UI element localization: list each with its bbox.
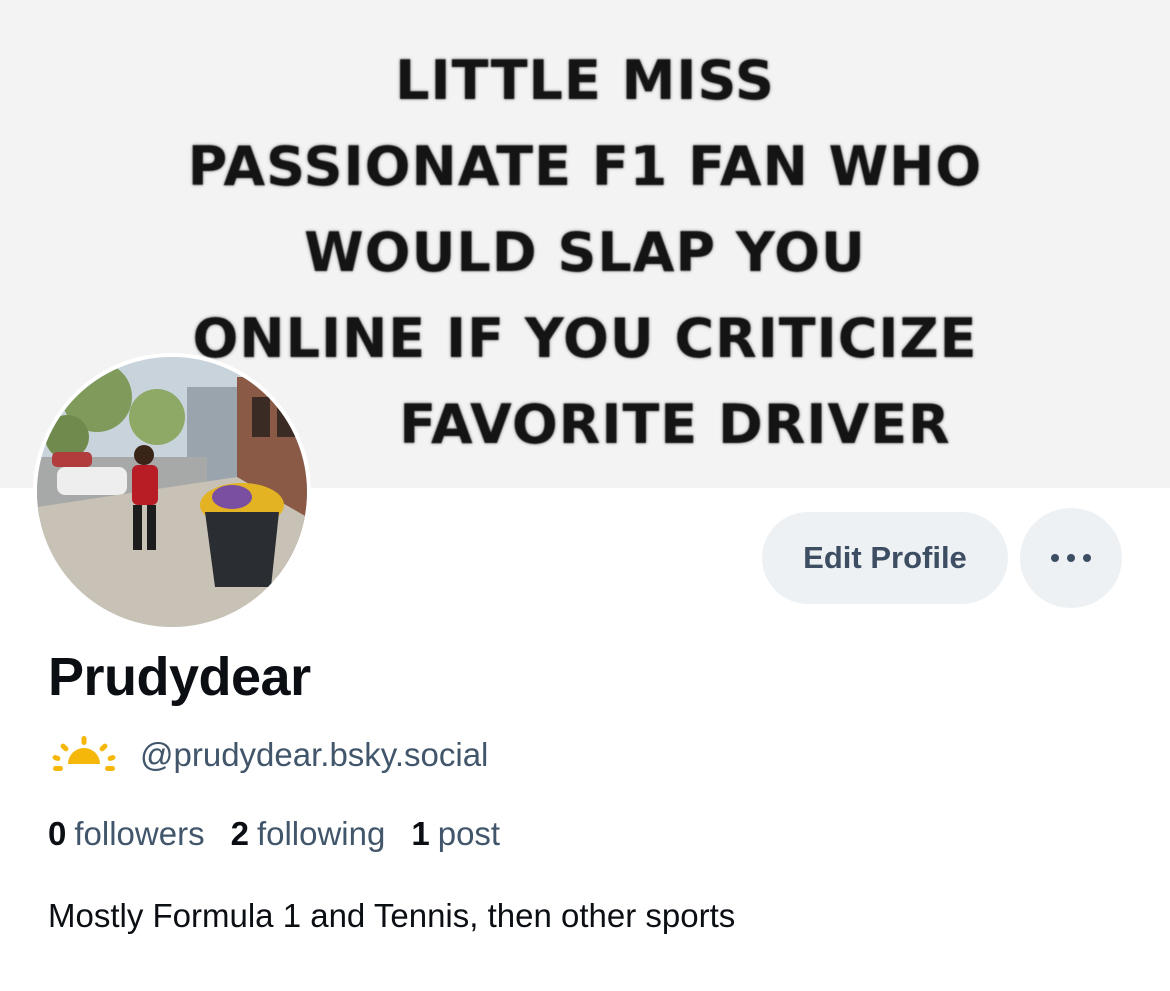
more-options-button[interactable] [1020,508,1122,608]
profile-page: LITTLE MISS PASSIONATE F1 FAN WHO WOULD … [0,0,1170,991]
avatar-photo [37,357,307,627]
more-dots-icon [1051,554,1091,562]
display-name: Prudydear [48,647,311,707]
banner-line: LITTLE MISS [395,49,775,112]
following-label: following [256,815,386,852]
followers-count: 0 [48,815,67,852]
sun-icon [52,736,116,771]
posts-count: 1 [411,815,430,852]
posts-stat: 1 post [411,815,500,853]
avatar[interactable] [33,353,311,631]
following-stat[interactable]: 2 following [231,815,386,853]
handle-row: @prudydear.bsky.social [50,732,488,778]
following-count: 2 [230,815,249,852]
profile-stats: 0 followers 2 following 1 post [48,815,500,853]
profile-bio: Mostly Formula 1 and Tennis, then other … [48,897,736,934]
edit-profile-label: Edit Profile [803,540,967,575]
banner-line: WOULD SLAP YOU [304,221,866,284]
followers-label: followers [74,815,205,852]
banner-line: PASSIONATE F1 FAN WHO [187,135,983,198]
handle-text[interactable]: @prudydear.bsky.social [140,736,488,774]
edit-profile-button[interactable]: Edit Profile [762,512,1008,604]
followers-stat[interactable]: 0 followers [48,815,205,853]
posts-label: post [437,815,501,852]
